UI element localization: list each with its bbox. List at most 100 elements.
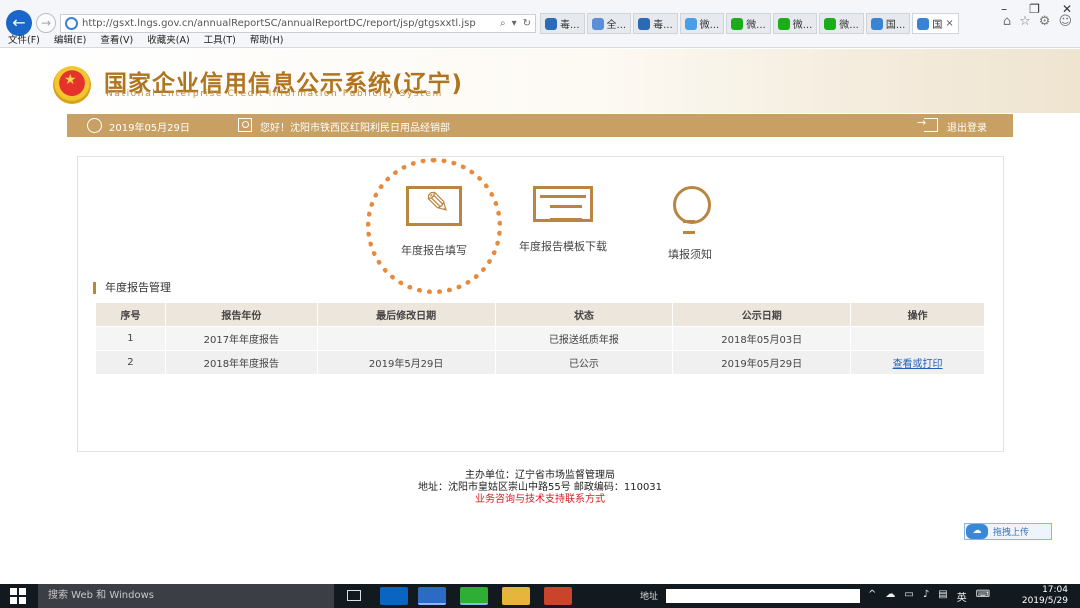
internet-explorer-icon[interactable] — [418, 587, 446, 605]
cell-modified: 2019年5月29日 — [316, 350, 496, 375]
fill-annual-report-button[interactable]: 年度报告填写 — [380, 186, 488, 258]
table-row: 2 2018年年度报告 2019年5月29日 已公示 2019年05月29日 查… — [95, 350, 985, 375]
settings-gear-icon[interactable]: ⚙ — [1039, 14, 1051, 29]
taskbar-address-label: 地址 — [640, 592, 659, 602]
refresh-icon[interactable]: ↻ — [523, 18, 531, 29]
user-icon — [238, 118, 252, 132]
close-tab-icon[interactable]: × — [945, 18, 953, 29]
outlook-icon[interactable] — [380, 587, 408, 605]
cell-published: 2018年05月03日 — [672, 326, 852, 351]
home-icon[interactable]: ⌂ — [1003, 14, 1011, 29]
tab-favicon-icon — [870, 17, 883, 30]
browser-tab-active[interactable]: 国 × — [912, 13, 959, 34]
cloud-sync-icon[interactable]: ☁ — [885, 589, 895, 604]
address-bar[interactable]: http://gsxt.lngs.gov.cn/annualReportSC/a… — [60, 14, 536, 33]
menu-edit[interactable]: 编辑(E) — [54, 34, 86, 48]
forward-arrow-icon[interactable]: → — [36, 13, 56, 33]
browser-tab[interactable]: 全... — [586, 13, 632, 34]
page-footer: 主办单位：辽宁省市场监督管理局 地址：沈阳市皇姑区崇山中路55号 邮政编码：11… — [0, 470, 1080, 506]
greeting-text: 您好！沈阳市铁西区红阳利民日用品经销部 — [260, 123, 450, 134]
cell-no: 2 — [95, 350, 166, 375]
search-icon[interactable]: ⌕ — [500, 18, 506, 29]
filing-instructions-button[interactable]: 填报须知 — [640, 186, 740, 262]
dropdown-icon[interactable]: ▾ — [512, 18, 517, 29]
edit-form-icon — [406, 186, 462, 226]
windows-taskbar: 搜索 Web 和 Windows 地址 ^ ☁ ▭ ♪ ▤ 英 ⌨ 17:04 … — [0, 584, 1080, 608]
table-header-row: 序号 报告年份 最后修改日期 状态 公示日期 操作 — [95, 302, 985, 327]
download-template-button[interactable]: 年度报告模板下载 — [508, 186, 618, 254]
menu-help[interactable]: 帮助(H) — [250, 34, 284, 48]
logout-icon[interactable] — [917, 116, 938, 132]
favorites-star-icon[interactable]: ☆ — [1019, 14, 1031, 29]
menu-tools[interactable]: 工具(T) — [204, 34, 236, 48]
cloud-upload-icon: ☁ — [966, 524, 988, 539]
menu-file[interactable]: 文件(F) — [8, 34, 40, 48]
clock-icon — [87, 118, 102, 133]
tab-favicon-icon — [731, 17, 744, 30]
windows-start-icon[interactable] — [10, 588, 26, 604]
tab-favicon-icon — [824, 17, 837, 30]
taskbar-clock[interactable]: 17:04 2019/5/29 — [1022, 585, 1068, 607]
col-header-action: 操作 — [850, 302, 985, 327]
volume-icon[interactable]: ♪ — [923, 589, 929, 604]
cell-no: 1 — [95, 326, 166, 351]
smiley-feedback-icon[interactable]: ☺ — [1058, 14, 1072, 29]
col-header-no: 序号 — [95, 302, 166, 327]
lightbulb-icon — [669, 186, 711, 234]
input-method[interactable]: 英 — [957, 589, 967, 604]
ie-page-icon — [65, 17, 78, 30]
network-icon[interactable]: ▭ — [904, 589, 913, 604]
wechat-icon[interactable] — [460, 587, 488, 605]
keyboard-icon[interactable]: ⌨ — [976, 589, 990, 604]
col-header-modified: 最后修改日期 — [316, 302, 496, 327]
taskbar-address-input[interactable] — [666, 589, 860, 603]
chevron-up-icon[interactable]: ^ — [868, 589, 876, 604]
tab-favicon-icon — [638, 17, 651, 30]
col-header-status: 状态 — [494, 302, 674, 327]
browser-chrome: ← → http://gsxt.lngs.gov.cn/annualReport… — [0, 0, 1080, 48]
menu-favorites[interactable]: 收藏夹(A) — [147, 34, 189, 48]
template-document-icon — [533, 186, 593, 222]
browser-tab[interactable]: 微... — [819, 13, 864, 34]
tab-favicon-icon — [777, 17, 790, 30]
cell-action: 查看或打印 — [850, 350, 985, 375]
back-arrow-icon[interactable]: ← — [6, 10, 32, 36]
section-title: 年度报告管理 — [93, 282, 171, 294]
annual-report-table: 序号 报告年份 最后修改日期 状态 公示日期 操作 1 2017年年度报告 已报… — [95, 302, 985, 375]
powerpoint-icon[interactable] — [544, 587, 572, 605]
browser-tab[interactable]: 微... — [726, 13, 771, 34]
tab-favicon-icon — [591, 17, 604, 30]
logout-link[interactable]: 退出登录 — [947, 119, 987, 134]
tab-strip: 毒... 全... 毒... 微... 微... 微... 微... 国... … — [540, 13, 959, 34]
cell-year: 2017年年度报告 — [164, 326, 318, 351]
notification-icon[interactable]: ▤ — [938, 589, 947, 604]
browser-tab[interactable]: 微... — [772, 13, 818, 34]
menu-view[interactable]: 查看(V) — [100, 34, 133, 48]
cell-published: 2019年05月29日 — [672, 350, 852, 375]
national-emblem-icon — [53, 66, 91, 104]
browser-tab[interactable]: 微... — [679, 13, 725, 34]
cell-year: 2018年年度报告 — [164, 350, 318, 375]
cell-status: 已报送纸质年报 — [494, 326, 674, 351]
site-subtitle: National Enterprise Credit Information P… — [106, 89, 443, 99]
cell-action — [850, 326, 985, 351]
footer-contact-link[interactable]: 业务咨询与技术支持联系方式 — [0, 494, 1080, 506]
task-view-icon[interactable] — [340, 587, 368, 605]
system-tray: ^ ☁ ▭ ♪ ▤ 英 ⌨ — [868, 589, 990, 604]
tab-favicon-icon — [684, 17, 697, 30]
browser-tab[interactable]: 国... — [865, 13, 911, 34]
browser-tab[interactable]: 毒... — [540, 13, 585, 34]
drag-upload-button[interactable]: ☁ 拖拽上传 — [964, 523, 1052, 540]
taskbar-search[interactable]: 搜索 Web 和 Windows — [38, 584, 334, 608]
tab-favicon-icon — [917, 17, 930, 30]
file-explorer-icon[interactable] — [502, 587, 530, 605]
user-info-bar: 2019年05月29日 您好！沈阳市铁西区红阳利民日用品经销部 退出登录 — [67, 114, 1013, 137]
col-header-published: 公示日期 — [672, 302, 852, 327]
footer-address: 地址：沈阳市皇姑区崇山中路55号 邮政编码：110031 — [417, 482, 663, 493]
address-url[interactable]: http://gsxt.lngs.gov.cn/annualReportSC/a… — [82, 18, 500, 29]
browser-tab[interactable]: 毒... — [633, 13, 678, 34]
view-or-print-link[interactable]: 查看或打印 — [893, 359, 943, 370]
menu-bar: 文件(F) 编辑(E) 查看(V) 收藏夹(A) 工具(T) 帮助(H) — [0, 34, 297, 48]
cell-modified — [316, 326, 496, 351]
footer-sponsor: 主办单位：辽宁省市场监督管理局 — [465, 470, 615, 481]
